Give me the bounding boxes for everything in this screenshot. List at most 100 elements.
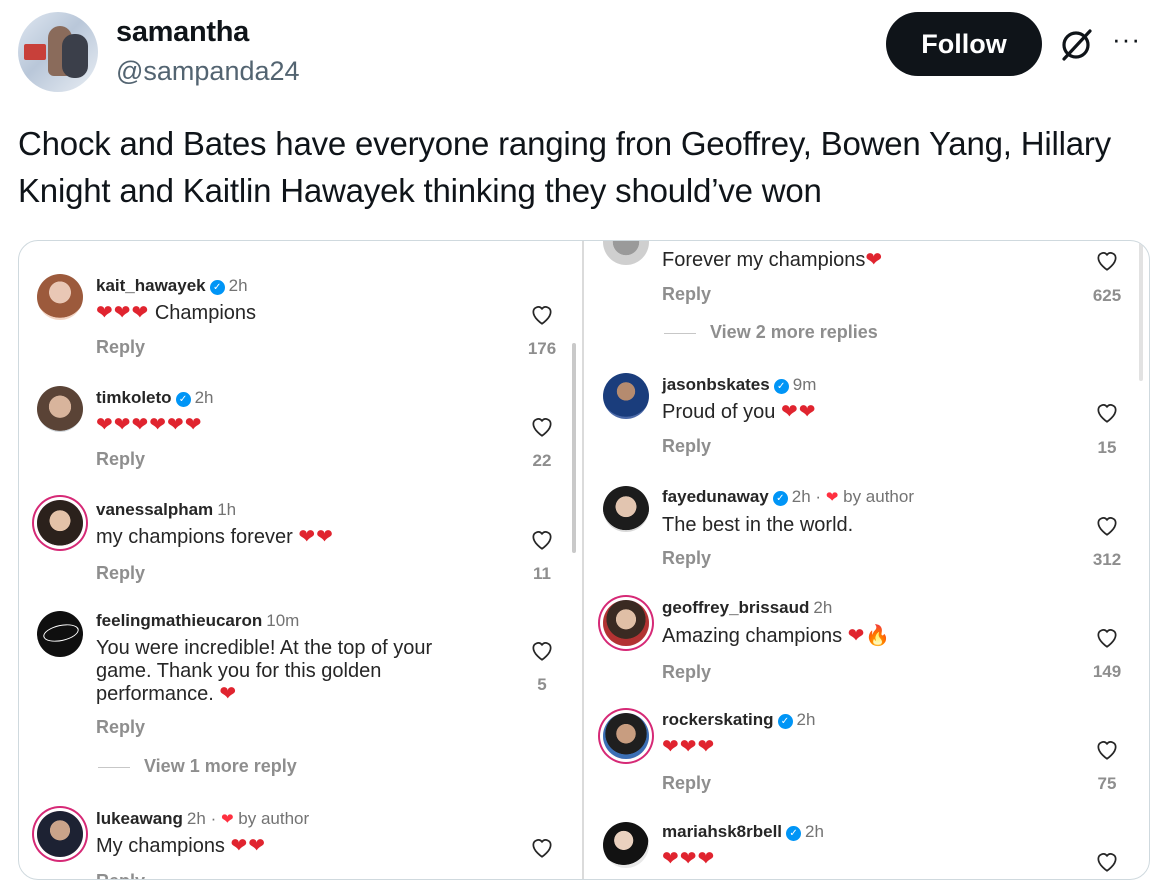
reply-button[interactable]: Reply bbox=[662, 662, 711, 683]
comment-username[interactable]: kait_hawayek ✓ 2h bbox=[96, 276, 248, 296]
comment-body: Amazing champions bbox=[662, 625, 843, 647]
avatar[interactable] bbox=[37, 274, 83, 320]
panel-divider bbox=[582, 241, 584, 879]
view-more-line bbox=[98, 766, 130, 768]
heart-emoji: ❤❤❤ bbox=[662, 736, 716, 758]
fire-emoji: 🔥 bbox=[865, 625, 891, 647]
comment-time: 9m bbox=[792, 375, 817, 394]
heart-outline-icon[interactable] bbox=[1094, 624, 1120, 650]
avatar[interactable] bbox=[37, 386, 83, 432]
comment-time: 2h bbox=[194, 388, 214, 407]
comment-time: 10m bbox=[266, 611, 300, 630]
comment-username[interactable]: timkoleto ✓ 2h bbox=[96, 388, 213, 408]
heart-emoji: ❤❤ bbox=[780, 401, 817, 423]
avatar[interactable] bbox=[603, 373, 649, 419]
comment-username[interactable]: lukeawang 2h · ❤ by author bbox=[96, 809, 309, 829]
author-name[interactable]: samantha bbox=[116, 16, 249, 49]
heart-outline-icon[interactable] bbox=[1094, 399, 1120, 425]
username-text[interactable]: fayedunaway bbox=[662, 487, 769, 506]
reply-button[interactable]: Reply bbox=[662, 436, 711, 457]
avatar[interactable] bbox=[603, 822, 649, 868]
scrollbar-right[interactable] bbox=[1139, 241, 1143, 381]
like-count: 312 bbox=[1092, 550, 1122, 569]
like-count: 15 bbox=[1097, 438, 1117, 457]
heart-emoji: ❤❤❤ bbox=[96, 302, 150, 324]
username-text[interactable]: feelingmathieucaron bbox=[96, 611, 262, 630]
heart-outline-icon[interactable] bbox=[529, 834, 555, 860]
reply-button[interactable]: Reply bbox=[96, 337, 145, 358]
username-text[interactable]: mariahsk8rbell bbox=[662, 822, 782, 841]
username-text[interactable]: geoffrey_brissaud bbox=[662, 598, 809, 617]
heart-emoji: ❤ bbox=[219, 683, 238, 705]
avatar[interactable] bbox=[603, 600, 649, 646]
author-avatar[interactable] bbox=[18, 12, 98, 92]
comment-username[interactable]: vanessalpham 1h bbox=[96, 500, 236, 520]
comment-text: ❤❤❤ Champions bbox=[96, 302, 256, 325]
follow-button[interactable]: Follow bbox=[886, 12, 1042, 76]
reply-button[interactable]: Reply bbox=[96, 563, 145, 584]
heart-outline-icon[interactable] bbox=[529, 301, 555, 327]
comment-body: my champions forever bbox=[96, 526, 293, 548]
more-options-icon[interactable]: ··· bbox=[1112, 24, 1152, 64]
heart-outline-icon[interactable] bbox=[529, 526, 555, 552]
author-handle[interactable]: @sampanda24 bbox=[116, 56, 300, 87]
heart-outline-icon[interactable] bbox=[1094, 848, 1120, 874]
comment-username[interactable]: feelingmathieucaron 10m bbox=[96, 611, 299, 631]
reply-button[interactable]: Reply bbox=[96, 871, 145, 879]
heart-emoji: ❤❤ bbox=[298, 526, 334, 548]
like-count: 149 bbox=[1092, 662, 1122, 681]
avatar[interactable] bbox=[603, 486, 649, 532]
avatar[interactable] bbox=[603, 241, 649, 265]
view-more-replies[interactable]: View 1 more reply bbox=[98, 756, 297, 777]
comment-time: 2h bbox=[796, 710, 816, 729]
comment-time: 1h bbox=[217, 500, 237, 519]
username-text[interactable]: rockerskating bbox=[662, 710, 774, 729]
heart-outline-icon[interactable] bbox=[1094, 736, 1120, 762]
heart-outline-icon[interactable] bbox=[1094, 512, 1120, 538]
comment-text: Proud of you ❤❤ bbox=[662, 401, 817, 424]
avatar[interactable] bbox=[37, 500, 83, 546]
comment-username[interactable]: rockerskating ✓ 2h bbox=[662, 710, 815, 730]
by-author-label: by author bbox=[843, 487, 914, 506]
grok-icon[interactable] bbox=[1057, 26, 1095, 64]
reply-button[interactable]: Reply bbox=[662, 773, 711, 794]
comment-text-line: You were incredible! At the top of your bbox=[96, 637, 433, 659]
view-more-label[interactable]: View 1 more reply bbox=[144, 756, 297, 776]
like-count: 11 bbox=[533, 564, 551, 583]
view-more-replies[interactable]: View 2 more replies bbox=[664, 322, 878, 343]
username-text[interactable]: lukeawang bbox=[96, 809, 183, 828]
username-text[interactable]: jasonbskates bbox=[662, 375, 770, 394]
avatar-skater-shape bbox=[62, 34, 88, 78]
heart-outline-icon[interactable] bbox=[1094, 247, 1120, 273]
username-text[interactable]: vanessalpham bbox=[96, 500, 213, 519]
verified-badge-icon: ✓ bbox=[175, 392, 191, 407]
heart-emoji: ❤❤ bbox=[230, 835, 267, 857]
avatar[interactable] bbox=[603, 713, 649, 759]
feeling-logo-icon bbox=[41, 621, 81, 645]
reply-button[interactable]: Reply bbox=[96, 449, 145, 470]
attached-image[interactable]: kait_hawayek ✓ 2h ❤❤❤ Champions Reply 176 … bbox=[18, 240, 1150, 880]
comment-username[interactable]: fayedunaway ✓ 2h · ❤ by author bbox=[662, 487, 914, 507]
reply-button[interactable]: Reply bbox=[96, 717, 145, 738]
comment-text: The best in the world. bbox=[662, 514, 854, 536]
comment-username[interactable]: jasonbskates ✓ 9m bbox=[662, 375, 816, 395]
reply-button[interactable]: Reply bbox=[662, 284, 711, 305]
view-more-label[interactable]: View 2 more replies bbox=[710, 322, 878, 342]
heart-outline-icon[interactable] bbox=[529, 413, 555, 439]
comment-time: 2h bbox=[805, 822, 824, 841]
scrollbar-left[interactable] bbox=[572, 343, 576, 553]
comment-username[interactable]: geoffrey_brissaud 2h bbox=[662, 598, 832, 618]
avatar[interactable] bbox=[37, 811, 83, 857]
username-text[interactable]: kait_hawayek bbox=[96, 276, 206, 295]
like-count: 5 bbox=[537, 675, 547, 694]
avatar-banner-shape bbox=[24, 44, 46, 60]
heart-emoji: ❤❤❤ bbox=[662, 848, 716, 870]
comment-text: ❤❤❤ bbox=[662, 848, 715, 871]
comment-username[interactable]: mariahsk8rbell ✓ 2h bbox=[662, 822, 824, 842]
reply-button[interactable]: Reply bbox=[662, 548, 711, 569]
heart-outline-icon[interactable] bbox=[529, 637, 555, 663]
comment-text: My champions ❤❤ bbox=[96, 835, 266, 858]
username-text[interactable]: timkoleto bbox=[96, 388, 172, 407]
comment-body: My champions bbox=[96, 835, 225, 857]
avatar[interactable] bbox=[37, 611, 83, 657]
